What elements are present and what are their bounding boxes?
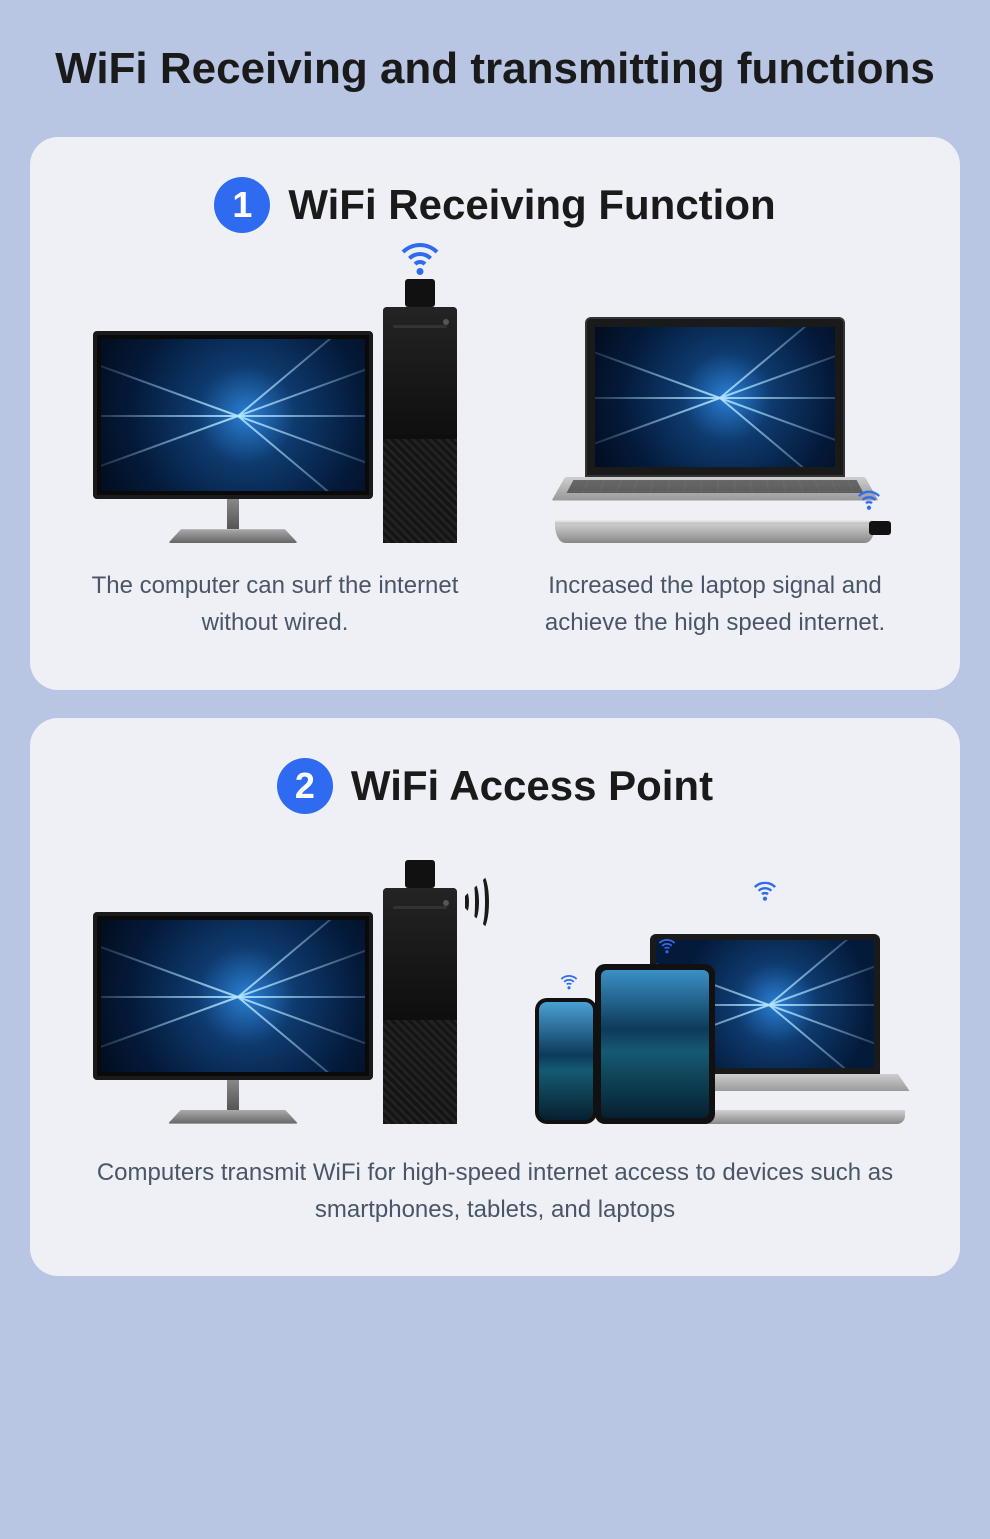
page-title: WiFi Receiving and transmitting function… — [30, 40, 960, 97]
wifi-signal-icon — [851, 482, 887, 510]
tablet-icon — [595, 964, 715, 1124]
card-header: 2 WiFi Access Point — [70, 758, 920, 814]
badge-number-1: 1 — [214, 177, 270, 233]
pc-tower-icon — [383, 888, 457, 1124]
monitor-icon — [93, 912, 373, 1124]
laptop-icon — [555, 317, 875, 543]
pc-tower-icon — [383, 307, 457, 543]
caption-laptop: Increased the laptop signal and achieve … — [510, 567, 920, 641]
usb-wifi-dongle-icon — [405, 279, 435, 307]
caption-access-point: Computers transmit WiFi for high-speed i… — [70, 1154, 920, 1228]
card-wifi-access-point: 2 WiFi Access Point — [30, 718, 960, 1276]
usb-wifi-dongle-icon — [869, 521, 891, 535]
card-title-2: WiFi Access Point — [351, 762, 713, 810]
column-laptop: Increased the laptop signal and achieve … — [510, 263, 920, 641]
wifi-signal-icon — [390, 229, 450, 275]
column-desktop: The computer can surf the internet witho… — [70, 263, 480, 641]
wifi-signal-icon — [654, 932, 681, 953]
wifi-signal-icon — [556, 968, 583, 989]
caption-desktop: The computer can surf the internet witho… — [70, 567, 480, 641]
illustration-devices — [510, 844, 920, 1124]
badge-number-2: 2 — [277, 758, 333, 814]
monitor-icon — [93, 331, 373, 543]
illustration-laptop-receiving — [510, 263, 920, 543]
illustration-desktop-ap — [70, 844, 480, 1124]
illustration-desktop-receiving — [70, 263, 480, 543]
smartphone-icon — [535, 998, 597, 1124]
usb-wifi-dongle-icon — [405, 860, 435, 888]
column-devices — [510, 844, 920, 1124]
column-desktop-ap — [70, 844, 480, 1124]
card-title-1: WiFi Receiving Function — [288, 181, 775, 229]
card-header: 1 WiFi Receiving Function — [70, 177, 920, 233]
wifi-signal-icon — [747, 873, 783, 901]
card-wifi-receiving: 1 WiFi Receiving Function — [30, 137, 960, 689]
